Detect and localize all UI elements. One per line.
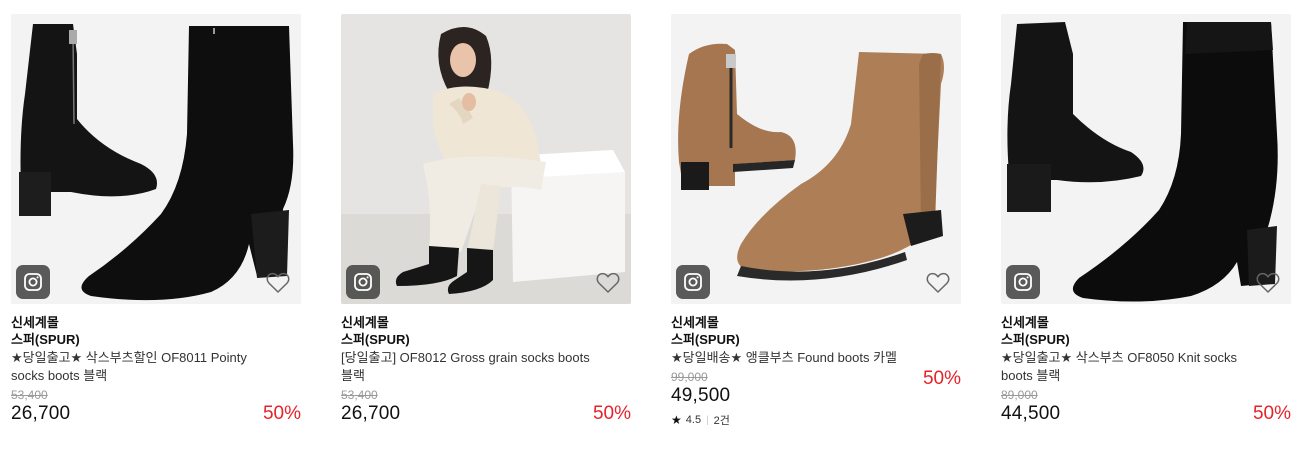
sale-price: 44,500 (1001, 403, 1061, 424)
instagram-share-button[interactable] (16, 265, 50, 299)
product-info: 신세계몰 스퍼(SPUR) ★당일배송★ 앵클부츠 Found boots 카멜… (671, 304, 961, 428)
wishlist-button[interactable] (265, 271, 291, 295)
rating-summary[interactable]: ★ 4.5 | 2건 (671, 412, 961, 428)
discount-rate: 50% (1252, 403, 1291, 424)
product-info: 신세계몰 스퍼(SPUR) ★당일출고★ 삭스부츠 OF8050 Knit so… (1001, 304, 1291, 425)
discount-rate: 50% (262, 403, 301, 424)
brand-name[interactable]: 스퍼(SPUR) (341, 331, 631, 348)
rating-score: 4.5 (685, 414, 702, 426)
rating-divider: | (706, 414, 709, 426)
discount-rate: 50% (922, 368, 961, 389)
brand-name[interactable]: 스퍼(SPUR) (1001, 331, 1291, 348)
product-info: 신세계몰 스퍼(SPUR) [당일출고] OF8012 Gross grain … (341, 304, 631, 425)
heart-outline-icon (596, 272, 620, 293)
product-grid: 신세계몰 스퍼(SPUR) ★당일출고★ 삭스부츠할인 OF8011 Point… (0, 0, 1302, 459)
instagram-share-button[interactable] (676, 265, 710, 299)
sale-price: 26,700 (11, 403, 71, 424)
mall-name: 신세계몰 (671, 315, 719, 330)
discount-rate: 50% (592, 403, 631, 424)
product-name[interactable]: ★당일배송★ 앵클부츠 Found boots 카멜 (671, 349, 921, 367)
product-name[interactable]: ★당일출고★ 삭스부츠 OF8050 Knit socks boots 블랙 (1001, 349, 1251, 385)
wishlist-button[interactable] (925, 271, 951, 295)
instagram-share-button[interactable] (346, 265, 380, 299)
heart-outline-icon (266, 272, 290, 293)
original-price: 53,400 (341, 388, 378, 402)
mall-name: 신세계몰 (11, 315, 59, 330)
original-price: 99,000 (671, 370, 708, 384)
product-card[interactable]: 신세계몰 스퍼(SPUR) [당일출고] OF8012 Gross grain … (341, 14, 631, 454)
product-name[interactable]: ★당일출고★ 삭스부츠할인 OF8011 Pointy socks boots … (11, 349, 261, 385)
product-card[interactable]: 신세계몰 스퍼(SPUR) ★당일출고★ 삭스부츠할인 OF8011 Point… (11, 14, 301, 454)
product-photo-camel-ankle-boots (671, 14, 961, 304)
star-icon: ★ (671, 413, 682, 427)
product-photo-model-wearing-socks-boots (341, 14, 631, 304)
instagram-share-button[interactable] (1006, 265, 1040, 299)
heart-outline-icon (926, 272, 950, 293)
product-image[interactable] (341, 14, 631, 304)
brand-name[interactable]: 스퍼(SPUR) (11, 331, 301, 348)
wishlist-button[interactable] (1255, 271, 1281, 295)
product-image[interactable] (1001, 14, 1291, 304)
original-price: 53,400 (11, 388, 48, 402)
product-name[interactable]: [당일출고] OF8012 Gross grain socks boots 블랙 (341, 349, 591, 385)
product-photo-black-knit-socks-boots (1001, 14, 1291, 304)
heart-outline-icon (1256, 272, 1280, 293)
brand-name[interactable]: 스퍼(SPUR) (671, 331, 961, 348)
review-count: 2건 (713, 415, 730, 427)
product-card[interactable]: 신세계몰 스퍼(SPUR) ★당일배송★ 앵클부츠 Found boots 카멜… (671, 14, 961, 454)
instagram-share-icon (24, 273, 42, 291)
instagram-share-icon (354, 273, 372, 291)
product-card[interactable]: 신세계몰 스퍼(SPUR) ★당일출고★ 삭스부츠 OF8050 Knit so… (1001, 14, 1291, 454)
instagram-share-icon (684, 273, 702, 291)
mall-name: 신세계몰 (1001, 315, 1049, 330)
original-price: 89,000 (1001, 388, 1038, 402)
product-info: 신세계몰 스퍼(SPUR) ★당일출고★ 삭스부츠할인 OF8011 Point… (11, 304, 301, 425)
product-image[interactable] (11, 14, 301, 304)
product-photo-black-pointy-socks-boots (11, 14, 301, 304)
product-image[interactable] (671, 14, 961, 304)
sale-price: 49,500 (671, 385, 731, 406)
wishlist-button[interactable] (595, 271, 621, 295)
instagram-share-icon (1014, 273, 1032, 291)
sale-price: 26,700 (341, 403, 401, 424)
mall-name: 신세계몰 (341, 315, 389, 330)
